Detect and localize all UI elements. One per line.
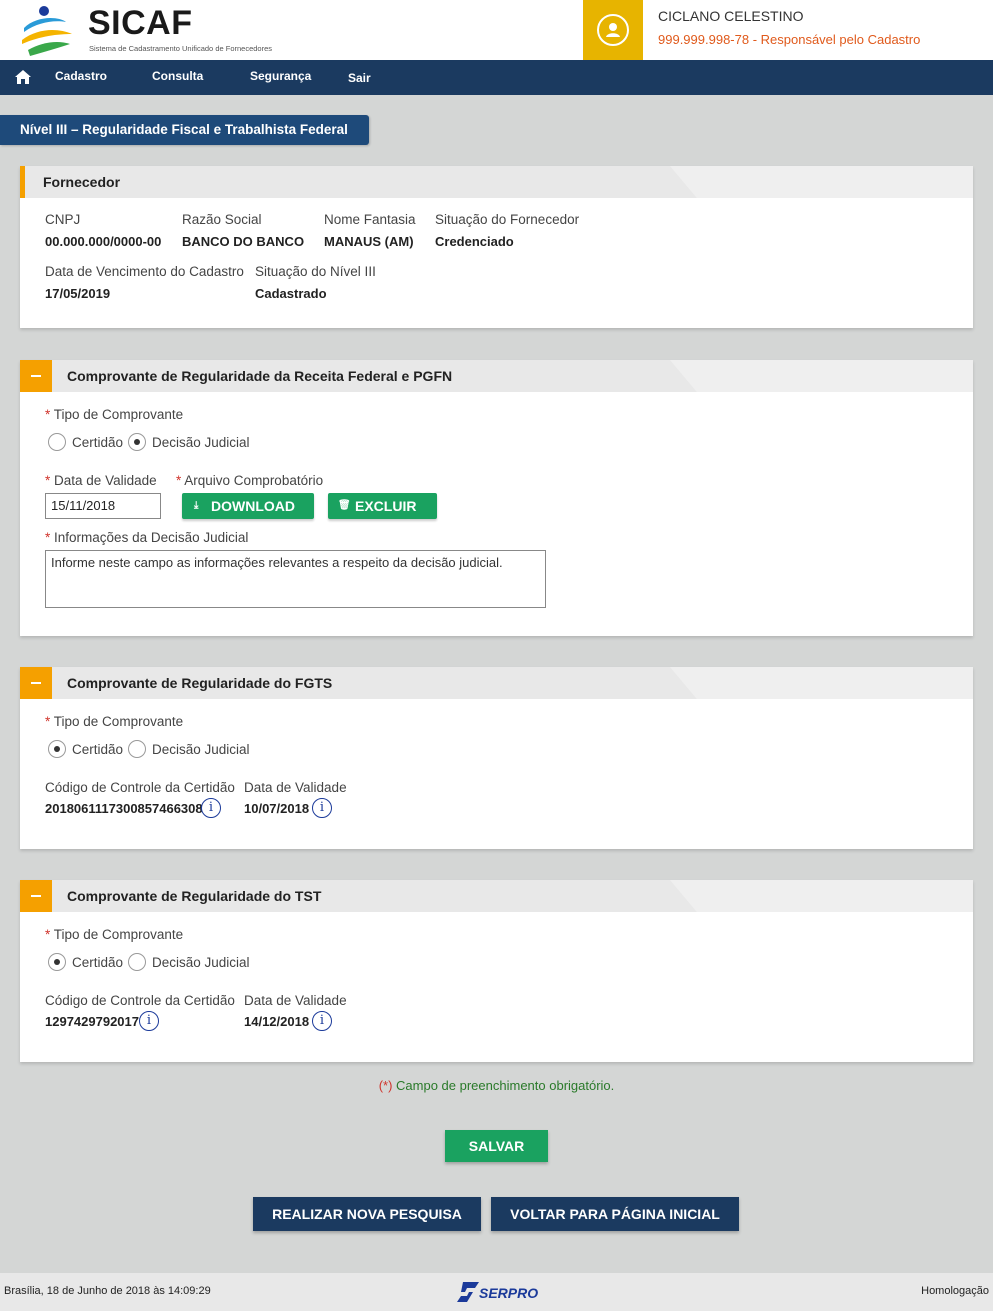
fornecedor-panel: Fornecedor CNPJ 00.000.000/0000-00 Razão… (20, 166, 973, 328)
fgts-panel: Comprovante de Regularidade do FGTS * Ti… (20, 667, 973, 849)
tst-codigo-value: 1297429792017 (45, 1014, 139, 1029)
nome-fantasia-value: MANAUS (AM) (324, 234, 414, 249)
fgts-title: Comprovante de Regularidade do FGTS (67, 675, 333, 691)
user-cpf: 999.999.998-78 (658, 32, 750, 47)
razao-social-value: BANCO DO BANCO (182, 234, 305, 249)
situacao-fornecedor-label: Situação do Fornecedor (435, 212, 580, 227)
fgts-data-info-icon[interactable]: i (312, 798, 332, 818)
trash-icon: 🗑 (338, 500, 351, 511)
receita-info-label: * Informações da Decisão Judicial (45, 530, 249, 545)
receita-info-textarea[interactable]: Informe neste campo as informações relev… (45, 550, 546, 608)
receita-panel: Comprovante de Regularidade da Receita F… (20, 360, 973, 636)
cnpj-label: CNPJ (45, 212, 81, 227)
download-button[interactable]: ⤓ DOWNLOAD (182, 493, 314, 519)
user-name: CICLANO CELESTINO (658, 8, 804, 24)
footer: Brasília, 18 de Junho de 2018 às 14:09:2… (0, 1273, 993, 1311)
tst-panel: Comprovante de Regularidade do TST * Tip… (20, 880, 973, 1062)
serpro-logo[interactable]: SERPRO (457, 1279, 539, 1305)
tst-tipo-label: * Tipo de Comprovante (45, 927, 184, 942)
receita-radio-decisao[interactable] (128, 433, 146, 451)
receita-data-validade-input[interactable]: 15/11/2018 (45, 493, 161, 519)
situacao-nivel-label: Situação do Nível III (255, 264, 376, 279)
receita-panel-header: Comprovante de Regularidade da Receita F… (20, 360, 973, 392)
receita-data-validade-label: * Data de Validade (45, 473, 157, 488)
fgts-radio-decisao-label: Decisão Judicial (152, 742, 250, 757)
tst-panel-header: Comprovante de Regularidade do TST (20, 880, 973, 912)
user-avatar-box[interactable] (583, 0, 643, 60)
cnpj-value: 00.000.000/0000-00 (45, 234, 162, 249)
fgts-panel-header: Comprovante de Regularidade do FGTS (20, 667, 973, 699)
tst-codigo-info-icon[interactable]: i (139, 1011, 159, 1031)
tst-radio-certidao[interactable] (48, 953, 66, 971)
situacao-nivel-value: Cadastrado (255, 286, 327, 301)
back-home-button[interactable]: VOLTAR PARA PÁGINA INICIAL (491, 1197, 739, 1231)
nav-item-cadastro[interactable]: Cadastro (55, 60, 107, 95)
data-vencimento-value: 17/05/2019 (45, 286, 111, 301)
footer-datetime: Brasília, 18 de Junho de 2018 às 14:09:2… (4, 1285, 211, 1297)
tst-radio-certidao-label: Certidão (72, 955, 124, 970)
tst-radio-decisao-label: Decisão Judicial (152, 955, 250, 970)
top-header: SICAF Sistema de Cadastramento Unificado… (0, 0, 993, 60)
new-search-button[interactable]: REALIZAR NOVA PESQUISA (253, 1197, 481, 1231)
receita-arquivo-label: * Arquivo Comprobatório (176, 473, 324, 488)
user-role-label: - Responsável pelo Cadastro (749, 32, 921, 47)
tst-data-value: 14/12/2018 (244, 1014, 310, 1029)
fgts-radio-certidao-label: Certidão (72, 742, 124, 757)
nav-item-seguranca[interactable]: Segurança (250, 60, 311, 95)
user-icon (597, 14, 629, 46)
receita-radio-decisao-label: Decisão Judicial (152, 435, 250, 450)
logo-subtitle: Sistema de Cadastramento Unificado de Fo… (89, 44, 273, 53)
fgts-radio-decisao[interactable] (128, 740, 146, 758)
fgts-codigo-label: Código de Controle da Certidão (45, 780, 235, 795)
download-icon: ⤓ (194, 500, 199, 511)
sicaf-logo-mark-icon (22, 6, 72, 56)
situacao-fornecedor-value: Credenciado (435, 234, 514, 249)
tst-title: Comprovante de Regularidade do TST (67, 888, 322, 904)
nav-item-consulta[interactable]: Consulta (152, 60, 203, 95)
sicaf-logo[interactable]: SICAF Sistema de Cadastramento Unificado… (18, 4, 278, 56)
fornecedor-title: Fornecedor (43, 174, 121, 190)
razao-social-label: Razão Social (182, 212, 262, 227)
fgts-codigo-info-icon[interactable]: i (201, 798, 221, 818)
nome-fantasia-label: Nome Fantasia (324, 212, 416, 227)
receita-radio-certidao-label: Certidão (72, 435, 124, 450)
save-button[interactable]: SALVAR (445, 1130, 548, 1162)
serpro-logo-text: SERPRO (479, 1285, 539, 1301)
user-role: 999.999.998-78 - Responsável pelo Cadast… (658, 32, 920, 47)
fgts-codigo-value: 2018061117300857466308 (45, 801, 203, 816)
tst-codigo-label: Código de Controle da Certidão (45, 993, 235, 1008)
excluir-button[interactable]: 🗑 EXCLUIR (328, 493, 437, 519)
home-icon[interactable] (14, 68, 32, 86)
mandatory-note: (*) Campo de preenchimento obrigatório. (378, 1078, 615, 1093)
collapse-tst-button[interactable] (20, 880, 52, 912)
fgts-data-label: Data de Validade (244, 780, 347, 795)
receita-tipo-label: * Tipo de Comprovante (45, 407, 184, 422)
fornecedor-panel-header: Fornecedor (20, 166, 973, 198)
collapse-receita-button[interactable] (20, 360, 52, 392)
main-nav: Cadastro Consulta Segurança Sair (0, 60, 993, 95)
tst-data-info-icon[interactable]: i (312, 1011, 332, 1031)
footer-environment: Homologação (921, 1285, 989, 1297)
data-vencimento-label: Data de Vencimento do Cadastro (45, 264, 244, 279)
serpro-logo-mark-icon (457, 1282, 479, 1302)
tst-radio-decisao[interactable] (128, 953, 146, 971)
page-title: Nível III – Regularidade Fiscal e Trabal… (0, 115, 369, 145)
nav-item-sair[interactable]: Sair (348, 62, 371, 97)
fgts-data-value: 10/07/2018 (244, 801, 310, 816)
tst-data-label: Data de Validade (244, 993, 347, 1008)
collapse-fgts-button[interactable] (20, 667, 52, 699)
logo-title: SICAF (88, 4, 193, 42)
fgts-tipo-label: * Tipo de Comprovante (45, 714, 184, 729)
fgts-radio-certidao[interactable] (48, 740, 66, 758)
receita-radio-certidao[interactable] (48, 433, 66, 451)
orange-bar (20, 166, 25, 198)
receita-title: Comprovante de Regularidade da Receita F… (67, 368, 453, 384)
